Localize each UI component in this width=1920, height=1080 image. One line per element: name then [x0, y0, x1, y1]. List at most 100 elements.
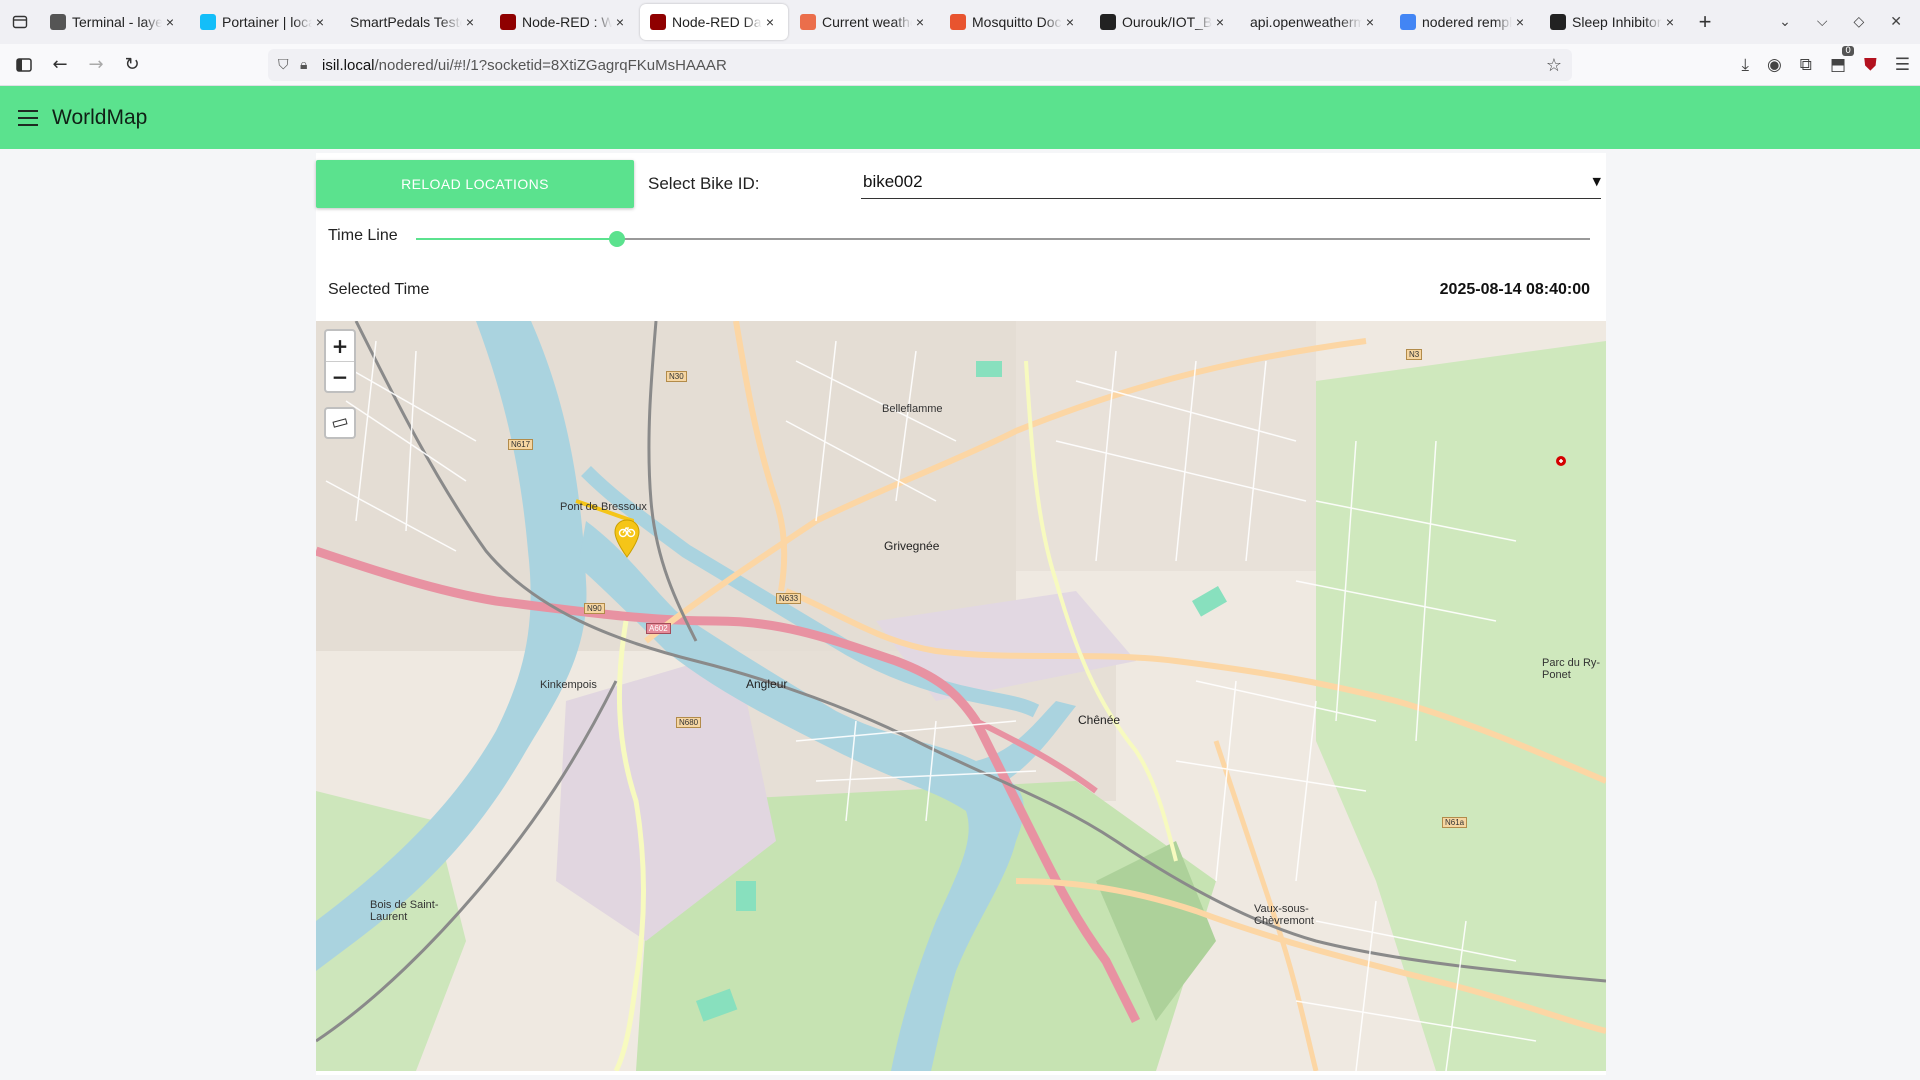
browser-tab[interactable]: Ourouk/IOT_Bike× — [1090, 4, 1238, 40]
lock-icon[interactable]: 🔒︎ — [300, 57, 322, 73]
node-red-icon — [650, 14, 666, 30]
url-path: /nodered/ui/#!/1?socketid=8XtiZGagrqFKuM… — [374, 56, 727, 74]
page-title: WorldMap — [52, 105, 148, 129]
selected-time-value: 2025-08-14 08:40:00 — [1439, 281, 1590, 298]
measure-ruler-button[interactable] — [324, 407, 356, 439]
new-tab-button[interactable]: + — [1690, 7, 1720, 37]
timeline-slider-fill — [416, 238, 617, 240]
tab-title: Ourouk/IOT_Bike — [1122, 14, 1212, 30]
extension-badge: 0 — [1842, 46, 1854, 56]
timeline-label: Time Line — [328, 227, 398, 244]
reload-locations-button[interactable]: RELOAD LOCATIONS — [316, 160, 634, 208]
extension-icon[interactable]: ⬒ 0 — [1830, 46, 1854, 75]
map-place-label: Vaux-sous-Chèvremont — [1254, 903, 1314, 927]
bike-id-value: bike002 — [863, 171, 923, 191]
url-bar[interactable]: ⛉ 🔒︎ isil.local/nodered/ui/#!/1?socketid… — [268, 49, 1572, 81]
tab-title: nodered rempl — [1422, 14, 1512, 30]
map-road-label: N61a — [1442, 817, 1468, 828]
downloads-icon[interactable]: ⤓ — [1741, 55, 1749, 75]
map-zoom-control: + − — [324, 329, 356, 393]
map-place-label: Parc du Ry-Ponet — [1542, 657, 1601, 681]
zoom-in-button[interactable]: + — [326, 331, 354, 361]
map-place-label: Pont de Bressoux — [560, 501, 647, 513]
tab-list-icon[interactable] — [0, 0, 40, 44]
map-road-label: N680 — [676, 717, 702, 728]
map-road-label: A602 — [646, 623, 671, 634]
selected-time-label: Selected Time — [328, 281, 430, 298]
google-icon — [1400, 14, 1416, 30]
map-place-label: Bois de Saint-Laurent — [370, 899, 439, 923]
tab-close-icon[interactable]: × — [1662, 14, 1678, 30]
back-icon[interactable]: ← — [42, 49, 78, 81]
c-icon — [950, 14, 966, 30]
account-icon[interactable]: ◉ — [1767, 55, 1782, 75]
github-icon — [1550, 14, 1566, 30]
tab-overflow-chevron-icon[interactable]: ⌄ — [1779, 14, 1791, 30]
sidebar-toggle-icon[interactable] — [6, 49, 42, 81]
tab-close-icon[interactable]: × — [162, 14, 178, 30]
hamburger-menu-icon[interactable] — [18, 109, 38, 126]
browser-tab[interactable]: Current weather× — [790, 4, 938, 40]
tab-close-icon[interactable]: × — [1362, 14, 1378, 30]
browser-nav-bar: ← → ↻ ⛉ 🔒︎ isil.local/nodered/ui/#!/1?so… — [0, 44, 1920, 86]
timeline-slider-thumb[interactable] — [608, 231, 625, 247]
tab-close-icon[interactable]: × — [912, 14, 928, 30]
tab-close-icon[interactable]: × — [1512, 14, 1528, 30]
ublock-icon[interactable]: ⛊ — [1864, 55, 1877, 75]
terminal-icon — [50, 14, 66, 30]
window-minimize-icon[interactable]: ⌵ — [1817, 14, 1828, 30]
world-map[interactable]: + − Grivegnée Angleur Chênée Bois de Saint-… — [316, 321, 1606, 1071]
map-place-label: Kinkempois — [540, 679, 597, 691]
browser-tab[interactable]: Mosquitto Docker× — [940, 4, 1088, 40]
window-close-icon[interactable]: ✕ — [1890, 14, 1902, 30]
tab-title: Portainer | local — [222, 14, 312, 30]
node-red-icon — [500, 14, 516, 30]
dashboard-header: WorldMap — [0, 86, 1920, 149]
window-restore-icon[interactable]: ◇ — [1853, 14, 1864, 30]
tab-title: SmartPedals Tester — [350, 14, 462, 30]
tab-close-icon[interactable]: × — [462, 14, 478, 30]
tab-close-icon[interactable]: × — [1062, 14, 1078, 30]
map-road-label: N30 — [666, 371, 687, 382]
extensions-icon[interactable]: ⧉ — [1800, 55, 1812, 75]
tab-close-icon[interactable]: × — [1212, 14, 1228, 30]
tab-title: api.openweathermap — [1250, 14, 1362, 30]
map-place-label: Chênée — [1078, 713, 1121, 727]
browser-tab[interactable]: api.openweathermap× — [1240, 4, 1388, 40]
forward-icon[interactable]: → — [78, 49, 114, 81]
map-tiles — [316, 321, 1606, 1071]
bookmark-star-icon[interactable]: ☆ — [1546, 55, 1562, 76]
shield-icon[interactable]: ⛉ — [278, 57, 300, 73]
tab-close-icon[interactable]: × — [612, 14, 628, 30]
bike-location-marker[interactable] — [614, 519, 640, 559]
tab-title: Node-RED : WC — [522, 14, 612, 30]
browser-tab[interactable]: Terminal - layer3@× — [40, 4, 188, 40]
bike-id-label: Select Bike ID: — [648, 174, 760, 193]
url-host: isil.local — [322, 56, 375, 74]
browser-tab[interactable]: nodered rempl × — [1390, 4, 1538, 40]
browser-tab[interactable]: SmartPedals Tester × — [340, 4, 488, 40]
zoom-out-button[interactable]: − — [326, 361, 354, 391]
tab-close-icon[interactable]: × — [312, 14, 328, 30]
map-road-label: N90 — [584, 603, 605, 614]
dropdown-caret-icon: ▼ — [1592, 175, 1601, 188]
browser-tab[interactable]: Node-RED Dashboard× — [640, 4, 788, 40]
map-place-label: Belleflamme — [882, 403, 943, 415]
browser-tab[interactable]: Sleep Inhibitor × — [1540, 4, 1688, 40]
browser-tab-bar: Terminal - layer3@×Portainer | local×Sma… — [0, 0, 1920, 44]
browser-tab[interactable]: Portainer | local × — [190, 4, 338, 40]
map-place-label: Grivegnée — [884, 539, 940, 553]
github-icon — [1100, 14, 1116, 30]
map-place-label: Angleur — [746, 677, 788, 691]
browser-tab[interactable]: Node-RED : WC× — [490, 4, 638, 40]
menu-icon[interactable]: ☰ — [1895, 55, 1910, 75]
tab-close-icon[interactable]: × — [762, 14, 778, 30]
ruler-icon — [332, 418, 348, 428]
tab-title: Node-RED Dashboard — [672, 14, 762, 30]
map-road-label: N633 — [776, 593, 802, 604]
bike-id-dropdown[interactable]: bike002 ▼ — [861, 165, 1601, 199]
reload-icon[interactable]: ↻ — [114, 49, 150, 81]
timeline-slider[interactable] — [416, 231, 1590, 247]
map-road-label: N617 — [508, 439, 534, 450]
worldmap-card: RELOAD LOCATIONS Select Bike ID: bike002… — [316, 153, 1606, 1075]
